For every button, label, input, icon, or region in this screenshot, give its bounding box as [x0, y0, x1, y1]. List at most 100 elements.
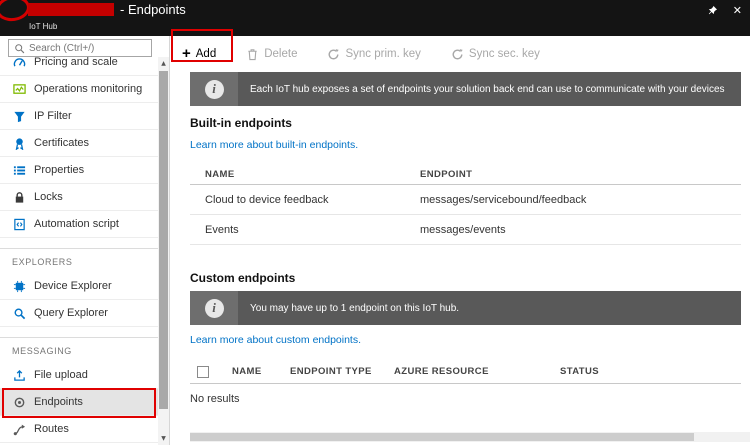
- sidebar-item-pricing-and-scale[interactable]: Pricing and scale: [0, 57, 158, 76]
- sync-secondary-key-button[interactable]: Sync sec. key: [451, 48, 540, 61]
- delete-button-label: Delete: [264, 48, 298, 60]
- sidebar-scrollbar[interactable]: ▲ ▼: [158, 57, 169, 445]
- endpoints-blade: + Add Delete Sync prim. key Sync sec. ke…: [171, 36, 750, 445]
- sidebar-item-label: IP Filter: [34, 110, 72, 122]
- blade-actions: ✕: [707, 4, 742, 17]
- table-header: NAME ENDPOINT: [190, 165, 741, 185]
- sidebar-item-label: Endpoints: [34, 396, 83, 408]
- delete-icon: [248, 48, 257, 60]
- top-bar: - Endpoints IoT Hub ✕: [0, 0, 750, 36]
- column-header-status: STATUS: [560, 366, 599, 377]
- cell-name: Events: [205, 223, 239, 236]
- query-explorer-icon: [12, 306, 26, 320]
- search-icon: [15, 43, 25, 53]
- column-header-azure-resource: AZURE RESOURCE: [394, 366, 489, 377]
- horizontal-scrollbar[interactable]: [190, 432, 750, 442]
- cell-endpoint: messages/events: [420, 223, 506, 236]
- sync-primary-key-button[interactable]: Sync prim. key: [327, 48, 421, 61]
- sidebar-item-operations-monitoring[interactable]: Operations monitoring: [0, 76, 158, 103]
- sidebar-item-label: Properties: [34, 164, 85, 176]
- blade-subtitle: IoT Hub: [29, 22, 58, 31]
- endpoints-icon: [12, 395, 26, 409]
- sync-secondary-key-label: Sync sec. key: [468, 48, 540, 60]
- sidebar-item-device-explorer[interactable]: Device Explorer: [0, 273, 158, 300]
- cell-name: Cloud to device feedback: [205, 193, 329, 206]
- info-banner: i Each IoT hub exposes a set of endpoint…: [190, 72, 741, 106]
- refresh-icon: [329, 48, 340, 59]
- sidebar-item-label: Routes: [34, 423, 69, 435]
- table-row[interactable]: Cloud to device feedback messages/servic…: [190, 185, 741, 215]
- sidebar-item-query-explorer[interactable]: Query Explorer: [0, 300, 158, 327]
- properties-icon: [12, 163, 26, 177]
- search-input[interactable]: [29, 42, 146, 54]
- info-icon: i: [204, 298, 224, 318]
- column-header-endpoint-type: ENDPOINT TYPE: [290, 366, 372, 377]
- pricing-and-scale-icon: [12, 57, 26, 69]
- custom-endpoints-table: NAME ENDPOINT TYPE AZURE RESOURCE STATUS…: [190, 360, 741, 405]
- empty-results-text: No results: [190, 393, 240, 405]
- scroll-up-icon[interactable]: ▲: [158, 57, 169, 70]
- device-explorer-icon: [12, 279, 26, 293]
- sidebar-search[interactable]: [8, 39, 152, 57]
- custom-info-banner: i You may have up to 1 endpoint on this …: [190, 291, 741, 325]
- routes-icon: [12, 422, 26, 436]
- sidebar-item-ip-filter[interactable]: IP Filter: [0, 103, 158, 130]
- sidebar-item-label: Device Explorer: [34, 280, 112, 292]
- sidebar-item-label: Query Explorer: [34, 307, 108, 319]
- custom-endpoints-heading: Custom endpoints: [190, 271, 296, 285]
- builtin-endpoints-table: NAME ENDPOINT Cloud to device feedback m…: [190, 165, 741, 245]
- sidebar-section-explorers: EXPLORERS: [0, 248, 158, 273]
- select-all-cell: [190, 365, 232, 378]
- sidebar-item-label: Operations monitoring: [34, 83, 143, 95]
- info-icon-block: i: [190, 291, 238, 325]
- redacted-hub-name: [28, 3, 114, 16]
- sidebar-menu: Pricing and scale Operations monitoring …: [0, 57, 169, 445]
- sidebar-item-certificates[interactable]: Certificates: [0, 130, 158, 157]
- sidebar-item-routes[interactable]: Routes: [0, 416, 158, 443]
- builtin-endpoints-heading: Built-in endpoints: [190, 116, 292, 130]
- command-bar: + Add Delete Sync prim. key Sync sec. ke…: [171, 36, 750, 66]
- automation-script-icon: [12, 217, 26, 231]
- pin-icon[interactable]: [707, 5, 718, 16]
- sync-primary-key-label: Sync prim. key: [345, 48, 421, 60]
- column-header-name: NAME: [205, 169, 235, 180]
- sidebar-section-messaging: MESSAGING: [0, 337, 158, 362]
- add-button-label: Add: [195, 48, 217, 60]
- scroll-down-icon[interactable]: ▼: [158, 432, 169, 445]
- table-header: NAME ENDPOINT TYPE AZURE RESOURCE STATUS: [190, 360, 741, 384]
- azure-portal-window: - Endpoints IoT Hub ✕ Pricing and scale: [0, 0, 750, 445]
- table-row[interactable]: Events messages/events: [190, 215, 741, 245]
- sidebar-item-properties[interactable]: Properties: [0, 157, 158, 184]
- add-button[interactable]: + Add: [182, 45, 217, 62]
- annotation-oval: [0, 0, 32, 24]
- sidebar-item-file-upload[interactable]: File upload: [0, 362, 158, 389]
- sidebar-item-automation-script[interactable]: Automation script: [0, 211, 158, 238]
- refresh-icon: [452, 48, 463, 59]
- sidebar-item-endpoints[interactable]: Endpoints: [0, 389, 158, 416]
- sidebar-item-label: Certificates: [34, 137, 90, 149]
- blade-title: - Endpoints: [120, 2, 186, 17]
- horizontal-scrollbar-thumb[interactable]: [190, 433, 694, 441]
- operations-monitoring-icon: [12, 82, 26, 96]
- close-icon[interactable]: ✕: [733, 4, 742, 17]
- column-header-endpoint: ENDPOINT: [420, 169, 473, 180]
- info-icon-block: i: [190, 72, 238, 106]
- sidebar-item-locks[interactable]: Locks: [0, 184, 158, 211]
- scrollbar-thumb[interactable]: [159, 71, 168, 409]
- resource-menu: Pricing and scale Operations monitoring …: [0, 36, 170, 445]
- builtin-learn-more-link[interactable]: Learn more about built-in endpoints.: [190, 139, 358, 151]
- sidebar-item-label: Pricing and scale: [34, 57, 118, 68]
- add-icon: +: [182, 45, 191, 62]
- custom-info-banner-text: You may have up to 1 endpoint on this Io…: [238, 291, 741, 325]
- sidebar-item-label: Automation script: [34, 218, 119, 230]
- column-header-name: NAME: [232, 366, 262, 377]
- info-icon: i: [204, 79, 224, 99]
- sidebar-item-label: File upload: [34, 369, 88, 381]
- certificates-icon: [12, 136, 26, 150]
- delete-button[interactable]: Delete: [246, 48, 297, 61]
- custom-learn-more-link[interactable]: Learn more about custom endpoints.: [190, 334, 361, 346]
- select-all-checkbox[interactable]: [197, 365, 209, 378]
- ip-filter-icon: [12, 109, 26, 123]
- sidebar-item-label: Locks: [34, 191, 63, 203]
- file-upload-icon: [12, 368, 26, 382]
